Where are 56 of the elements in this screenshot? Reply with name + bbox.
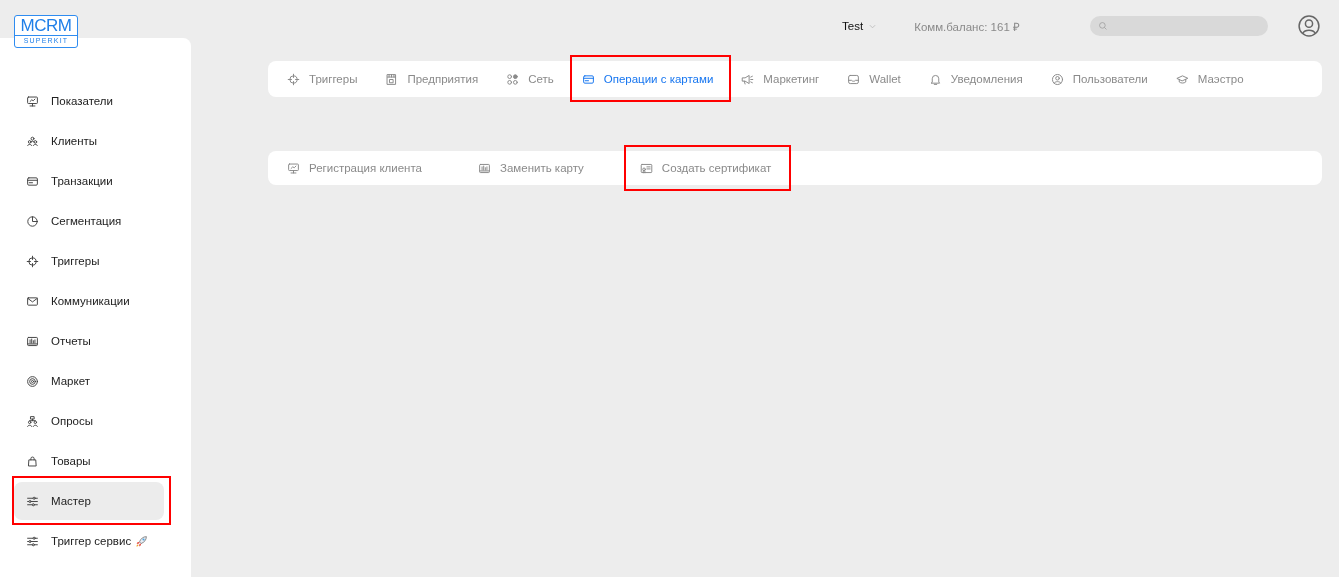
- sidebar-item[interactable]: Сегментация: [14, 202, 164, 240]
- tab[interactable]: Пользователи: [1048, 68, 1150, 90]
- people-icon: [26, 134, 39, 148]
- bag-icon: [26, 454, 39, 468]
- report-icon: [478, 161, 491, 175]
- graduation-cap-icon: [1175, 72, 1189, 86]
- sidebar-item[interactable]: Клиенты: [14, 122, 164, 160]
- target-icon: [26, 374, 39, 388]
- sidebar-item[interactable]: Маркет: [14, 362, 164, 400]
- monitor-icon: [287, 161, 300, 175]
- card-icon: [26, 174, 39, 188]
- crosshair-icon: [26, 254, 39, 268]
- user-icon: [1050, 72, 1064, 86]
- sidebar-item[interactable]: Коммуникации: [14, 282, 164, 320]
- tab[interactable]: Предприятия: [383, 68, 481, 90]
- account-dropdown[interactable]: Test: [842, 20, 877, 32]
- people-tree-icon: [26, 414, 39, 428]
- logo-title: MCRM: [20, 16, 72, 35]
- pie-chart-icon: [26, 214, 39, 228]
- action-link[interactable]: Создать сертификат: [637, 157, 774, 179]
- sliders-icon: [26, 534, 39, 548]
- building-icon: [385, 72, 399, 86]
- sidebar-item[interactable]: Товары: [14, 442, 164, 480]
- tab[interactable]: Операции с картами: [579, 68, 716, 90]
- user-avatar-icon[interactable]: [1298, 15, 1320, 37]
- caret-icon: [869, 23, 877, 29]
- tab[interactable]: Уведомления: [926, 68, 1025, 90]
- tray-icon: [847, 72, 861, 86]
- report-icon: [26, 334, 39, 348]
- megaphone-icon: [741, 72, 755, 86]
- tab[interactable]: Wallet: [845, 68, 903, 90]
- sidebar-item[interactable]: Отчеты: [14, 322, 164, 360]
- monitor-icon: [26, 94, 39, 108]
- sidebar-item[interactable]: Мастер: [14, 482, 164, 520]
- sidebar-item[interactable]: Опросы: [14, 402, 164, 440]
- sidebar-item[interactable]: Транзакции: [14, 162, 164, 200]
- card-icon: [581, 72, 595, 86]
- rocket-icon: [135, 534, 149, 548]
- sidebar-item[interactable]: Триггер сервис: [14, 522, 164, 560]
- tab[interactable]: Маркетинг: [739, 68, 822, 90]
- crosshair-icon: [287, 72, 300, 86]
- action-link[interactable]: Заменить карту: [476, 157, 586, 179]
- action-link[interactable]: Регистрация клиента: [285, 157, 424, 179]
- search-field[interactable]: [1090, 16, 1268, 36]
- tab[interactable]: Сеть: [504, 68, 556, 90]
- tab[interactable]: Маэстро: [1173, 68, 1246, 90]
- search-icon: [1098, 21, 1108, 31]
- sidebar-item[interactable]: Показатели: [14, 82, 164, 120]
- bell-icon: [928, 72, 942, 86]
- certificate-icon: [639, 161, 653, 175]
- mail-icon: [26, 294, 39, 308]
- balance-text: Комм.баланс: 161 ₽: [914, 19, 1020, 34]
- sidebar-item[interactable]: Триггеры: [14, 242, 164, 280]
- circles-icon: [506, 72, 520, 86]
- tab[interactable]: Триггеры: [285, 68, 360, 90]
- sliders-icon: [26, 494, 39, 508]
